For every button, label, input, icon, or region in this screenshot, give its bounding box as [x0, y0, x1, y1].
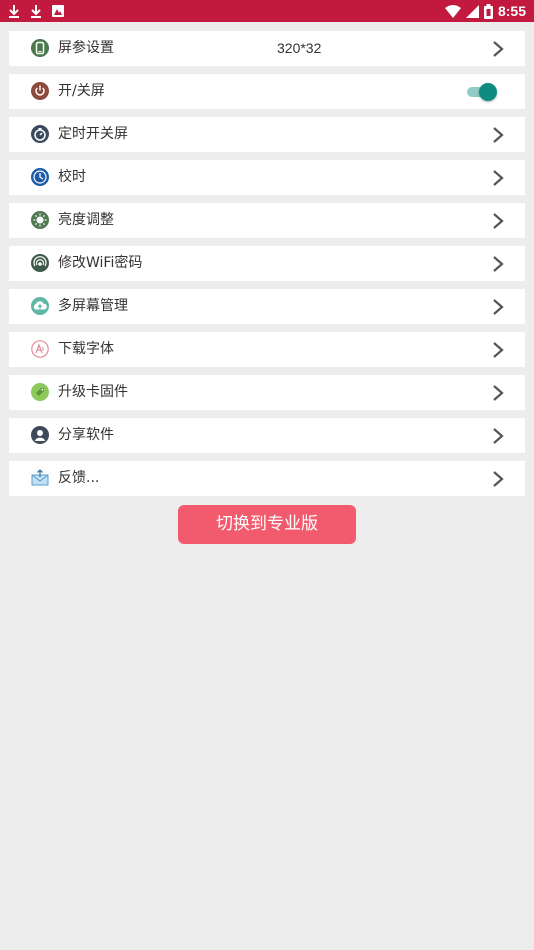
settings-item-power-screen: 开/关屏	[9, 74, 525, 109]
chevron-right-icon	[493, 256, 504, 272]
chevron-right-icon	[493, 342, 504, 358]
settings-item-value: 320*32	[277, 40, 322, 56]
signal-icon	[465, 4, 479, 18]
settings-item-multi-screen[interactable]: 多屏幕管理	[9, 289, 525, 324]
status-bar-right: 8:55	[444, 2, 526, 20]
settings-item-brightness[interactable]: 亮度调整	[9, 203, 525, 238]
wifi-icon	[444, 4, 461, 18]
settings-item-label: 亮度调整	[58, 212, 114, 228]
brightness-icon	[31, 211, 49, 229]
status-time: 8:55	[497, 3, 526, 19]
timer-icon	[31, 125, 49, 143]
settings-item-label: 分享软件	[58, 427, 114, 443]
chevron-right-icon	[493, 428, 504, 444]
cloud-upload-icon	[31, 297, 49, 315]
settings-item-label: 修改WiFi密码	[58, 255, 143, 271]
settings-item-download-font[interactable]: 下载字体	[9, 332, 525, 367]
status-bar-left	[8, 3, 64, 19]
font-icon	[31, 340, 49, 358]
settings-item-label: 校时	[58, 169, 86, 185]
chevron-right-icon	[493, 41, 504, 57]
settings-item-label: 下载字体	[58, 341, 114, 357]
settings-item-screen-params[interactable]: 屏参设置 320*32	[9, 31, 525, 66]
chevron-right-icon	[493, 170, 504, 186]
download-icon	[9, 5, 19, 18]
settings-item-label: 定时开关屏	[58, 126, 128, 142]
mail-icon	[31, 469, 49, 486]
phone-icon	[31, 39, 49, 57]
switch-to-pro-button[interactable]: 切换到专业版	[178, 505, 356, 544]
gallery-icon	[52, 5, 64, 17]
settings-item-wifi-password[interactable]: 修改WiFi密码	[9, 246, 525, 281]
settings-item-label: 升级卡固件	[58, 384, 128, 400]
status-bar: 8:55	[0, 0, 534, 22]
toggle-thumb	[479, 83, 497, 101]
chevron-right-icon	[493, 213, 504, 229]
settings-item-timer[interactable]: 定时开关屏	[9, 117, 525, 152]
settings-item-label: 反馈...	[58, 470, 100, 486]
settings-item-time-sync[interactable]: 校时	[9, 160, 525, 195]
chevron-right-icon	[493, 299, 504, 315]
download-icon	[31, 5, 41, 18]
settings-item-share[interactable]: 分享软件	[9, 418, 525, 453]
settings-item-feedback[interactable]: 反馈...	[9, 461, 525, 496]
settings-item-label: 多屏幕管理	[58, 298, 128, 314]
settings-item-firmware-upgrade[interactable]: 升级卡固件	[9, 375, 525, 410]
chevron-right-icon	[493, 127, 504, 143]
chevron-right-icon	[493, 385, 504, 401]
battery-icon	[483, 3, 493, 19]
tag-icon	[31, 383, 49, 401]
settings-item-label: 开/关屏	[58, 83, 105, 99]
settings-item-label: 屏参设置	[58, 40, 114, 56]
power-toggle[interactable]	[465, 82, 499, 102]
power-icon	[31, 82, 49, 100]
clock-icon	[31, 168, 49, 186]
chevron-right-icon	[493, 471, 504, 487]
settings-list: 屏参设置 320*32 开/关屏 定时开关屏 校时 亮度调整 修改WiFi密码 …	[9, 31, 525, 504]
wifi-signal-icon	[31, 254, 49, 272]
person-icon	[31, 426, 49, 444]
